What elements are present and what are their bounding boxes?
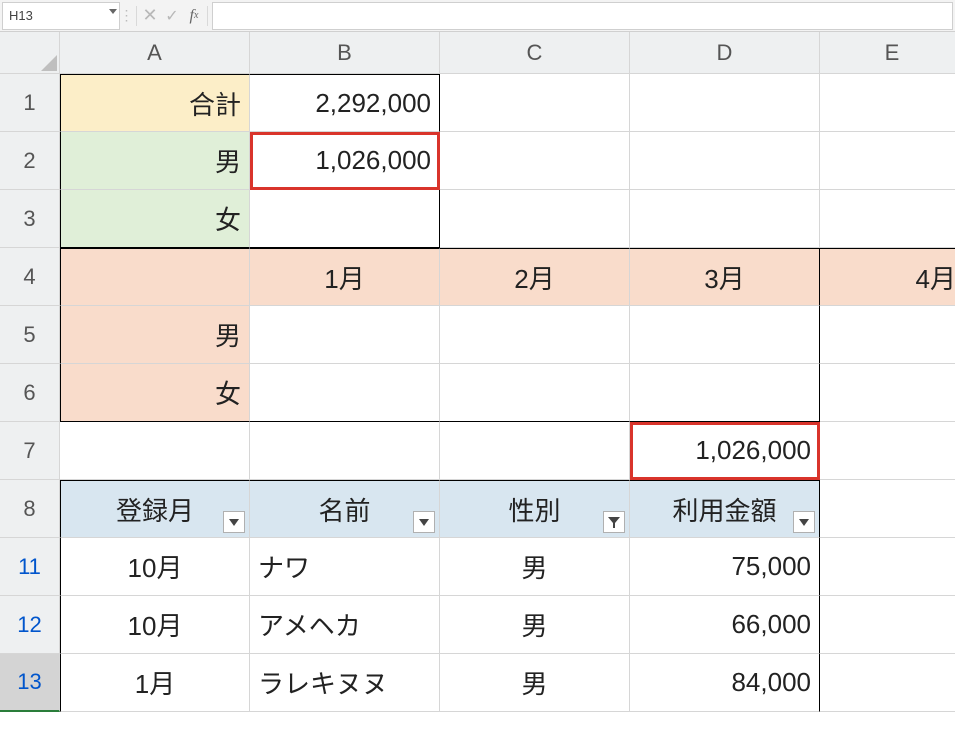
fx-icon[interactable]: fx: [183, 2, 205, 30]
table-cell[interactable]: 10月: [60, 596, 250, 654]
cell-E2[interactable]: [820, 132, 955, 190]
cell-B6[interactable]: [250, 364, 440, 422]
row-header[interactable]: 4: [0, 248, 60, 306]
cell-C3[interactable]: [440, 190, 630, 248]
table-cell[interactable]: 1月: [60, 654, 250, 712]
table-cell[interactable]: 男: [440, 596, 630, 654]
col-header-B[interactable]: B: [250, 32, 440, 74]
table-cell[interactable]: 75,000: [630, 538, 820, 596]
handle-icon: ⋮: [120, 7, 135, 24]
table-cell[interactable]: ラレキヌヌ: [250, 654, 440, 712]
col-header-D[interactable]: D: [630, 32, 820, 74]
cell-D7[interactable]: 1,026,000: [630, 422, 820, 480]
cell-A6[interactable]: 女: [60, 364, 250, 422]
name-box[interactable]: H13: [2, 2, 120, 30]
cell-C2[interactable]: [440, 132, 630, 190]
cell-A7[interactable]: [60, 422, 250, 480]
row-header[interactable]: 3: [0, 190, 60, 248]
row-header[interactable]: 12: [0, 596, 60, 654]
cell-E4[interactable]: 4月: [820, 248, 955, 306]
row-header[interactable]: 6: [0, 364, 60, 422]
cell-B7[interactable]: [250, 422, 440, 480]
cell-E11[interactable]: [820, 538, 955, 596]
cell-D3[interactable]: [630, 190, 820, 248]
row-header[interactable]: 7: [0, 422, 60, 480]
cell-B1[interactable]: 2,292,000: [250, 74, 440, 132]
cell-C1[interactable]: [440, 74, 630, 132]
dropdown-icon: [419, 519, 429, 526]
formula-bar: H13 ⋮ ✕ ✓ fx: [0, 0, 955, 32]
table-cell[interactable]: 66,000: [630, 596, 820, 654]
filter-button[interactable]: [223, 511, 245, 533]
row-header[interactable]: 5: [0, 306, 60, 364]
cell-E7[interactable]: [820, 422, 955, 480]
cancel-icon[interactable]: ✕: [139, 2, 161, 30]
cell-E3[interactable]: [820, 190, 955, 248]
table-header-amount[interactable]: 利用金額: [630, 480, 820, 538]
enter-icon[interactable]: ✓: [161, 2, 183, 30]
spreadsheet-grid[interactable]: A B C D E 1 合計 2,292,000 2 男 1,026,000 3…: [0, 32, 955, 712]
cell-D2[interactable]: [630, 132, 820, 190]
cell-B5[interactable]: [250, 306, 440, 364]
cell-D1[interactable]: [630, 74, 820, 132]
cell-A3[interactable]: 女: [60, 190, 250, 248]
table-cell[interactable]: 男: [440, 654, 630, 712]
table-cell[interactable]: 男: [440, 538, 630, 596]
separator: [207, 6, 208, 26]
row-header[interactable]: 1: [0, 74, 60, 132]
cell-A5[interactable]: 男: [60, 306, 250, 364]
row-header[interactable]: 2: [0, 132, 60, 190]
dropdown-icon: [229, 519, 239, 526]
filter-button-active[interactable]: [603, 511, 625, 533]
cell-D6[interactable]: [630, 364, 820, 422]
separator: [136, 6, 137, 26]
cell-D5[interactable]: [630, 306, 820, 364]
cell-E12[interactable]: [820, 596, 955, 654]
cell-A4[interactable]: [60, 248, 250, 306]
name-box-dropdown-icon[interactable]: [109, 9, 117, 14]
cell-E1[interactable]: [820, 74, 955, 132]
cell-C5[interactable]: [440, 306, 630, 364]
col-header-A[interactable]: A: [60, 32, 250, 74]
cell-E5[interactable]: [820, 306, 955, 364]
cell-A1[interactable]: 合計: [60, 74, 250, 132]
table-header-label: 性別: [508, 491, 560, 528]
table-header-name[interactable]: 名前: [250, 480, 440, 538]
table-cell[interactable]: アメヘカ: [250, 596, 440, 654]
filter-active-icon: [607, 515, 621, 529]
formula-input[interactable]: [212, 2, 953, 30]
filter-button[interactable]: [793, 511, 815, 533]
table-header-label: 登録月: [116, 491, 194, 528]
select-all-corner[interactable]: [0, 32, 60, 74]
cell-C4[interactable]: 2月: [440, 248, 630, 306]
dropdown-icon: [799, 519, 809, 526]
table-cell[interactable]: 84,000: [630, 654, 820, 712]
cell-D4[interactable]: 3月: [630, 248, 820, 306]
cell-A2[interactable]: 男: [60, 132, 250, 190]
col-header-E[interactable]: E: [820, 32, 955, 74]
cell-E13[interactable]: [820, 654, 955, 712]
table-cell[interactable]: 10月: [60, 538, 250, 596]
table-cell[interactable]: ナワ: [250, 538, 440, 596]
cell-B2[interactable]: 1,026,000: [250, 132, 440, 190]
table-header-label: 名前: [318, 491, 370, 528]
row-header[interactable]: 11: [0, 538, 60, 596]
cell-B3[interactable]: [250, 190, 440, 248]
cell-C6[interactable]: [440, 364, 630, 422]
table-header-label: 利用金額: [672, 491, 776, 528]
cell-B4[interactable]: 1月: [250, 248, 440, 306]
cell-E8[interactable]: [820, 480, 955, 538]
table-header-gender[interactable]: 性別: [440, 480, 630, 538]
cell-reference: H13: [9, 8, 33, 23]
table-header-month[interactable]: 登録月: [60, 480, 250, 538]
col-header-C[interactable]: C: [440, 32, 630, 74]
cell-C7[interactable]: [440, 422, 630, 480]
row-header[interactable]: 13: [0, 654, 60, 712]
filter-button[interactable]: [413, 511, 435, 533]
row-header[interactable]: 8: [0, 480, 60, 538]
cell-E6[interactable]: [820, 364, 955, 422]
